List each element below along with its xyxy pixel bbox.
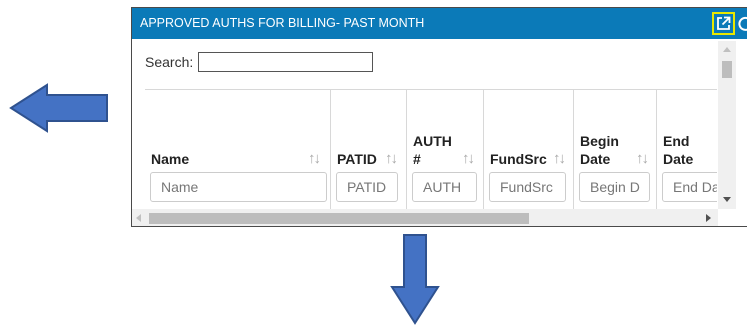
panel-title: APPROVED AUTHS FOR BILLING- PAST MONTH <box>140 16 425 30</box>
scroll-left-icon[interactable] <box>136 214 141 222</box>
column-header: End Date <box>663 133 694 167</box>
sort-arrows-icon[interactable]: ↑↓ <box>385 150 398 168</box>
filter-patid-input[interactable]: PATID <box>336 172 398 202</box>
filter-name-input[interactable]: Name <box>150 172 327 202</box>
sort-arrows-icon[interactable]: ↑↓ <box>636 150 649 168</box>
search-label: Search: <box>145 54 194 70</box>
column-header-label: Date <box>580 151 611 167</box>
scroll-down-icon[interactable] <box>723 197 731 202</box>
refresh-icon[interactable] <box>736 14 747 32</box>
horizontal-scroll-thumb[interactable] <box>149 213 529 224</box>
column-header-label: Date <box>663 151 694 167</box>
panel-titlebar: APPROVED AUTHS FOR BILLING- PAST MONTH <box>132 8 747 39</box>
column-header: Begin Date <box>580 133 619 167</box>
scroll-right-icon[interactable] <box>706 214 711 222</box>
column-header-label: FundSrc <box>490 151 547 167</box>
column-header-label: Name <box>151 151 190 167</box>
column-header: PATID <box>337 150 377 168</box>
vertical-scrollbar[interactable] <box>718 41 736 209</box>
column-begin-date[interactable]: Begin Date ↑↓ Begin D <box>574 90 657 210</box>
filter-auth-input[interactable]: AUTH <box>412 172 477 202</box>
external-link-icon[interactable] <box>712 12 735 35</box>
left-arrow-icon <box>9 83 108 133</box>
filter-begin-date-input[interactable]: Begin D <box>579 172 650 202</box>
column-end-date[interactable]: End Date End Da <box>657 90 717 210</box>
column-auth[interactable]: AUTH # ↑↓ AUTH <box>407 90 484 210</box>
sort-arrows-icon[interactable]: ↑↓ <box>308 150 321 168</box>
sort-arrows-icon[interactable]: ↑↓ <box>462 150 475 168</box>
filter-fundsrc-input[interactable]: FundSrc <box>489 172 566 202</box>
approved-auths-panel: APPROVED AUTHS FOR BILLING- PAST MONTH S… <box>131 7 747 227</box>
filter-end-date-input[interactable]: End Da <box>662 172 717 202</box>
column-header-label: # <box>413 151 421 167</box>
horizontal-scrollbar[interactable] <box>132 209 718 226</box>
column-header: AUTH # <box>413 133 452 167</box>
search-input[interactable] <box>198 52 374 72</box>
search-row: Search: <box>145 50 374 74</box>
column-fundsrc[interactable]: FundSrc ↑↓ FundSrc <box>484 90 574 210</box>
column-header-label: PATID <box>337 151 377 167</box>
data-grid: Name ↑↓ Name PATID ↑↓ PATID AUTH # ↑↓ AU… <box>145 89 717 210</box>
scroll-up-icon[interactable] <box>723 47 731 52</box>
column-name[interactable]: Name ↑↓ Name <box>145 90 331 210</box>
column-patid[interactable]: PATID ↑↓ PATID <box>331 90 407 210</box>
column-header: Name <box>151 150 189 168</box>
sort-arrows-icon[interactable]: ↑↓ <box>553 150 566 168</box>
vertical-scroll-thumb[interactable] <box>722 61 732 78</box>
down-arrow-icon <box>390 234 440 325</box>
column-header: FundSrc <box>490 150 547 168</box>
